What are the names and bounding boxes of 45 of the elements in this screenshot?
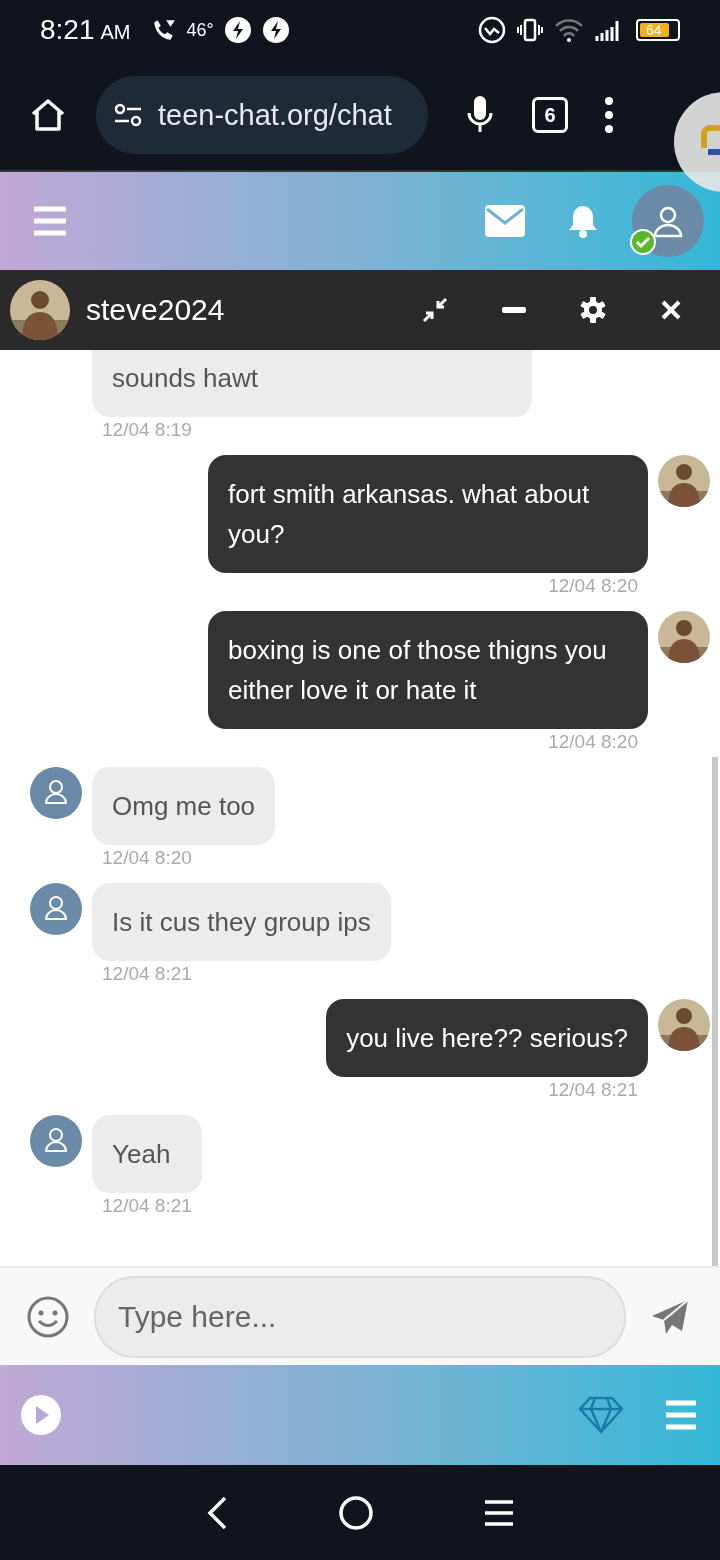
message-time: 12/04 8:20	[547, 731, 639, 753]
message-bubble: Is it cus they group ips	[92, 883, 391, 961]
scrollbar[interactable]	[712, 757, 718, 1266]
message-bubble: fort smith arkansas. what about you?	[208, 455, 648, 573]
home-button-icon[interactable]	[339, 1495, 373, 1530]
message-bubble: sounds hawt	[92, 350, 532, 417]
online-check-icon	[630, 229, 656, 255]
message-bubble: you live here?? serious?	[326, 999, 648, 1077]
avatar-icon	[30, 767, 82, 819]
battery-level: 64	[640, 23, 670, 37]
status-ampm: AM	[100, 20, 131, 44]
close-icon[interactable]	[660, 299, 682, 321]
bolt-icon	[261, 16, 290, 44]
message-time: 12/04 8:20	[101, 847, 193, 869]
message-time: 12/04 8:21	[547, 1079, 639, 1101]
activity-icon	[478, 16, 506, 44]
site-settings-icon[interactable]	[112, 101, 144, 129]
minimize-icon[interactable]	[502, 306, 526, 314]
recents-icon[interactable]	[483, 1498, 515, 1527]
collapse-icon[interactable]	[422, 297, 448, 323]
message-time: 12/04 8:21	[101, 963, 193, 985]
floating-bubble-icon[interactable]	[672, 90, 720, 194]
chat-username: steve2024	[86, 293, 225, 327]
message-bubble: Yeah	[92, 1115, 202, 1193]
send-icon[interactable]	[650, 1297, 690, 1336]
tab-count-button[interactable]: 6	[532, 97, 568, 133]
message-bubble: boxing is one of those thigns you either love it or hate it	[208, 611, 648, 729]
avatar-icon	[30, 1115, 82, 1167]
settings-icon[interactable]	[580, 297, 606, 323]
message-time: 12/04 8:20	[547, 575, 639, 597]
avatar-icon	[30, 883, 82, 935]
message-bubble: Omg me too	[92, 767, 276, 845]
user-avatar[interactable]	[632, 185, 704, 257]
vibrate-icon	[516, 16, 544, 44]
address-bar[interactable]: teen-chat.org/chat	[96, 76, 428, 154]
wifi-icon	[554, 17, 584, 43]
more-icon[interactable]	[604, 95, 614, 135]
status-time: 8:21	[40, 14, 95, 46]
message-time: 12/04 8:21	[101, 1195, 193, 1217]
temperature: 46°	[186, 19, 214, 41]
message-input[interactable]: Type here...	[94, 1275, 626, 1358]
bolt-icon	[223, 16, 252, 44]
back-icon[interactable]	[205, 1494, 229, 1531]
message-time: 12/04 8:19	[101, 419, 193, 441]
emoji-icon[interactable]	[26, 1294, 70, 1339]
